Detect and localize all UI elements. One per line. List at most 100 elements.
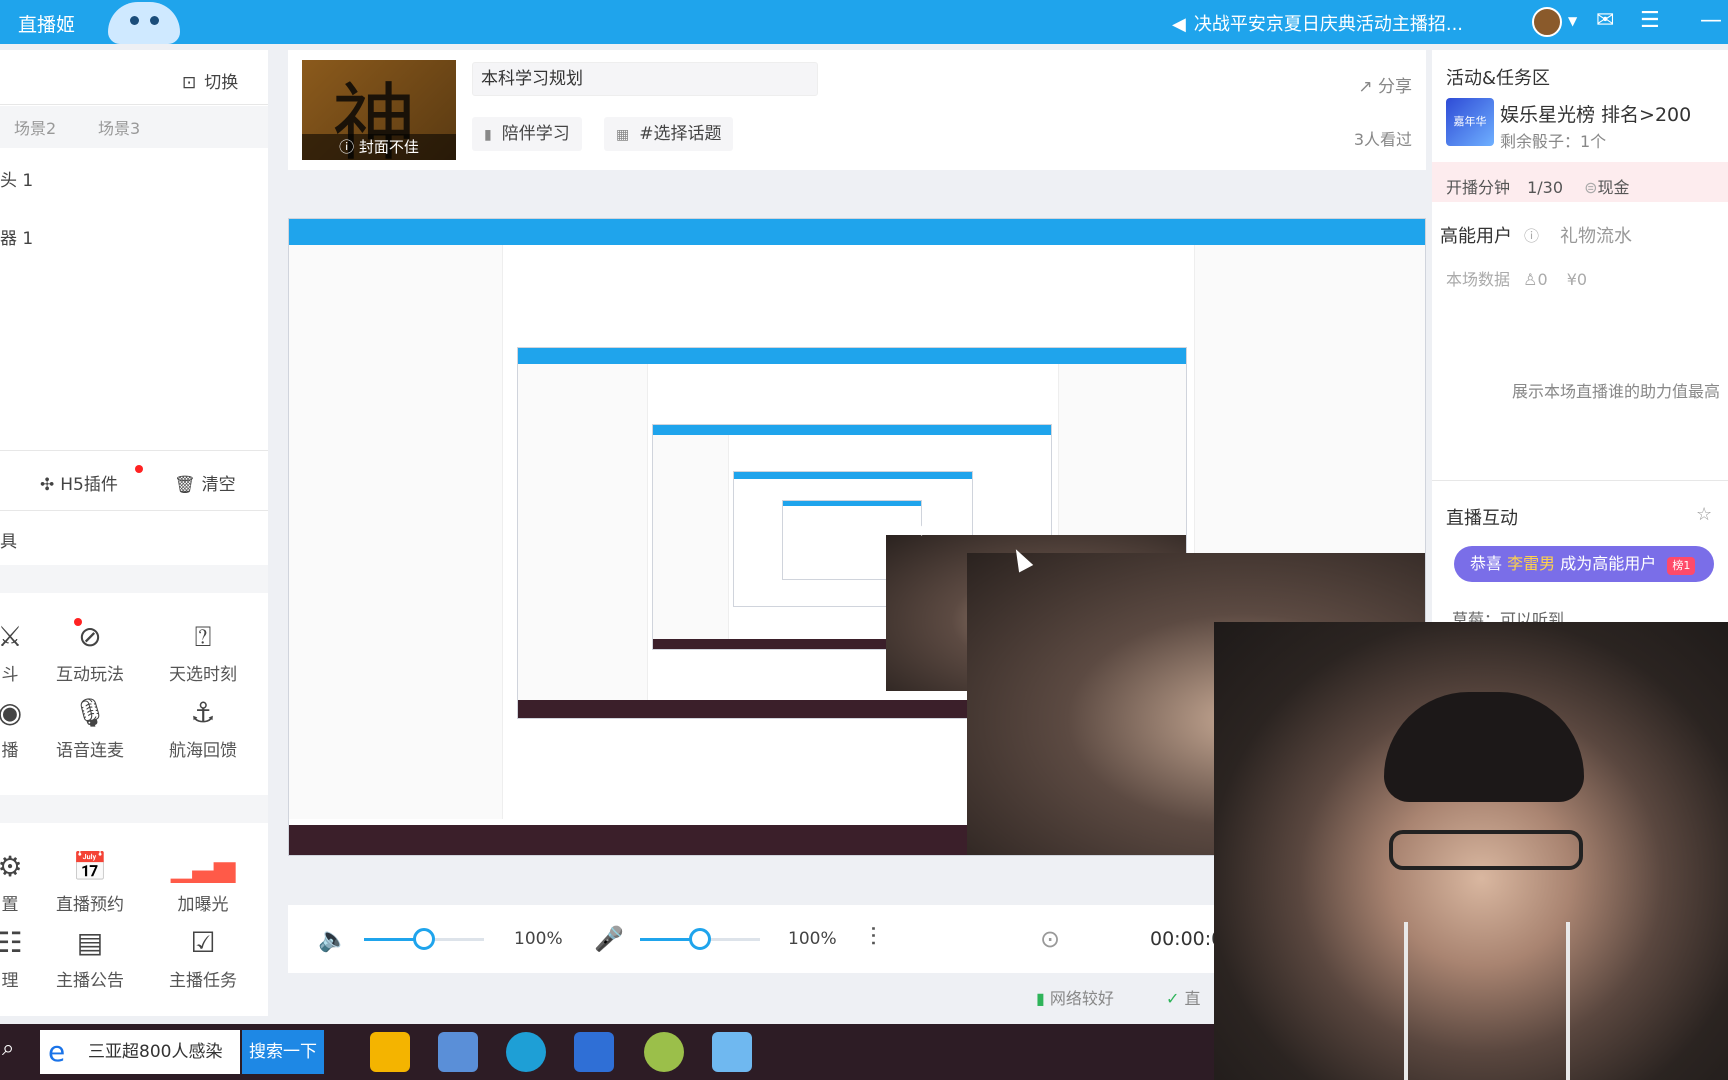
tool-announcement[interactable]: ▤ 主播公告 <box>40 926 140 991</box>
tool-tasks[interactable]: ☑ 主播任务 <box>153 926 253 991</box>
source-display[interactable]: 器 1 <box>0 224 33 249</box>
cover-image[interactable]: 神 ⓘ 封面不佳 <box>302 60 456 160</box>
tool-label: 直播预约 <box>56 895 124 915</box>
mic-volume-value: 100% <box>788 929 837 949</box>
source-camera[interactable]: 头 1 <box>0 166 33 191</box>
user-avatar[interactable] <box>1532 7 1562 37</box>
windows-taskbar: ⌕ e 三亚超800人感染 搜索一下 <box>0 1024 1214 1080</box>
category-label: 陪伴学习 <box>501 124 570 144</box>
live-streamer-app-icon[interactable] <box>712 1032 752 1072</box>
edge-icon: e <box>48 1035 66 1068</box>
stream-minutes-progress: 1/30 <box>1527 178 1564 197</box>
hashtag-icon: ▦ <box>616 127 630 143</box>
app-title: 直播姬 <box>18 14 76 36</box>
cash-label: 现金 <box>1597 178 1630 197</box>
session-money: ¥0 <box>1566 270 1588 289</box>
left-panel: ⊡ 切换 场景2 场景3 头 1 器 1 ✣ H5插件 🗑 清空 具 ⚔ 斗 ⊘ 互动玩法… <box>0 50 268 1016</box>
tool-lucky-draw[interactable]: ⍰ 天选时刻 <box>153 620 253 685</box>
game-app-icon[interactable] <box>644 1032 684 1072</box>
network-status: ▮ 网络较好 <box>1036 985 1114 1009</box>
anchor-icon: ⚓ <box>190 696 216 729</box>
share-button[interactable]: ↗ 分享 <box>1358 72 1412 97</box>
webcam-subject-glasses <box>1389 830 1583 870</box>
h5-plugin-label: H5插件 <box>60 475 118 495</box>
mic-volume-slider[interactable] <box>640 928 760 950</box>
topic-label: #选择话题 <box>639 124 722 144</box>
tab-high-energy-users[interactable]: 高能用户 <box>1440 222 1512 248</box>
taskbar-search-box[interactable]: e 三亚超800人感染 <box>40 1030 240 1074</box>
earphone-cord-right <box>1566 922 1570 1080</box>
session-data-label: 本场数据 <box>1446 270 1511 289</box>
h5-plugin-button[interactable]: ✣ H5插件 <box>40 470 118 495</box>
clear-button[interactable]: 🗑 清空 <box>174 470 236 495</box>
tool-navigation-reward[interactable]: ⚓ 航海回馈 <box>153 696 253 761</box>
switch-label: 切换 <box>204 73 239 93</box>
topic-chip[interactable]: ▦ #选择话题 <box>604 117 734 151</box>
rank-icon: 嘉年华 <box>1446 98 1494 146</box>
vm-app-icon[interactable] <box>574 1032 614 1072</box>
tool-label: 播 <box>1 741 19 761</box>
task-icon: ☑ <box>190 926 216 959</box>
coin-icon: ⊜ <box>1584 178 1598 197</box>
tool-label: 加曝光 <box>177 895 229 915</box>
session-data: 本场数据 ♙0 ¥0 <box>1446 266 1587 290</box>
search-icon[interactable]: ⌕ <box>2 1036 14 1061</box>
info-icon: ⓘ <box>339 138 359 156</box>
chevron-down-icon[interactable]: ▼ <box>1568 14 1577 28</box>
congrats-message: 恭喜 李雷男 成为高能用户 榜1 <box>1454 546 1714 582</box>
file-explorer-icon[interactable] <box>370 1032 410 1072</box>
notification-dot <box>74 618 82 626</box>
tool-boost-exposure[interactable]: ▁▃▅ 加曝光 <box>153 850 253 915</box>
speaker-icon[interactable]: 🔈 <box>318 925 348 953</box>
announcement-text: 决战平安京夏日庆典活动主播招... <box>1193 14 1464 35</box>
activity-title: 活动&任务区 <box>1446 68 1551 89</box>
share-icon: ↗ <box>1358 77 1378 97</box>
app-icon[interactable] <box>438 1032 478 1072</box>
stream-minutes-task[interactable]: 开播分钟 1/30 ⊜现金 <box>1432 162 1728 202</box>
network-status-text: 网络较好 <box>1049 989 1114 1008</box>
clear-label: 清空 <box>201 475 236 495</box>
edge-browser-icon[interactable] <box>506 1032 546 1072</box>
record-icon[interactable]: ⊙ <box>1040 925 1060 953</box>
signal-icon: ▮ <box>1036 989 1050 1008</box>
cover-warning-text: 封面不佳 <box>358 138 419 156</box>
speaker-volume-knob[interactable] <box>413 928 435 950</box>
taskbar-search-button[interactable]: 搜索一下 <box>242 1030 324 1074</box>
stream-title-input[interactable]: 本科学习规划 <box>472 62 818 96</box>
stream-info-card: 神 ⓘ 封面不佳 本科学习规划 ▮ 陪伴学习 ▦ #选择话题 ↗ 分享 3人看过 <box>288 50 1426 170</box>
switch-button[interactable]: ⊡ 切换 <box>182 68 238 93</box>
mixer-icon[interactable]: ⫶ <box>870 923 877 954</box>
tool-voice-link[interactable]: 🎙 语音连麦 <box>40 696 140 761</box>
live-timer: 00:00:0 <box>1150 928 1224 950</box>
microphone-icon[interactable]: 🎤 <box>594 925 624 953</box>
speaker-volume-slider[interactable] <box>364 928 484 950</box>
tool-interactive-play[interactable]: ⊘ 互动玩法 <box>40 620 140 685</box>
mail-icon[interactable]: ✉ <box>1596 8 1614 33</box>
announcement-icon: ▤ <box>76 926 104 959</box>
menu-icon[interactable]: ☰ <box>1640 8 1660 33</box>
share-label: 分享 <box>1378 77 1412 97</box>
tab-scene-2[interactable]: 场景2 <box>14 115 56 139</box>
category-chip[interactable]: ▮ 陪伴学习 <box>472 117 582 151</box>
tool-label: 互动玩法 <box>56 665 124 685</box>
stream-minutes-label: 开播分钟 <box>1446 178 1511 197</box>
rank-text[interactable]: 娱乐星光榜 排名>200 <box>1500 100 1691 127</box>
tab-scene-3[interactable]: 场景3 <box>98 115 140 139</box>
tool-live-reservation[interactable]: 📅 直播预约 <box>40 850 140 915</box>
webcam-subject-hair <box>1384 692 1584 802</box>
tool-label: 天选时刻 <box>169 665 237 685</box>
cover-warning: ⓘ 封面不佳 <box>302 134 456 160</box>
pin-icon[interactable]: ☆ <box>1696 504 1712 525</box>
boost-icon: ▁▃▅ <box>170 850 236 883</box>
title-bar: 直播姬 ◀ 决战平安京夏日庆典活动主播招... ▼ ✉ ☰ — <box>0 0 1728 44</box>
tab-gift-flow[interactable]: 礼物流水 <box>1560 222 1632 248</box>
announcement-banner[interactable]: ◀ 决战平安京夏日庆典活动主播招... <box>1172 10 1463 36</box>
minimize-icon[interactable]: — <box>1700 8 1722 33</box>
tool-label: 语音连麦 <box>56 741 124 761</box>
user-icon: ♙ <box>1523 270 1538 289</box>
congrats-username: 李雷男 <box>1507 554 1556 573</box>
taskbar-search-text: 三亚超800人感染 <box>88 1042 223 1062</box>
help-icon[interactable]: ⓘ <box>1524 225 1539 246</box>
mic-volume-knob[interactable] <box>689 928 711 950</box>
live-status: ✓ 直 <box>1166 985 1201 1009</box>
